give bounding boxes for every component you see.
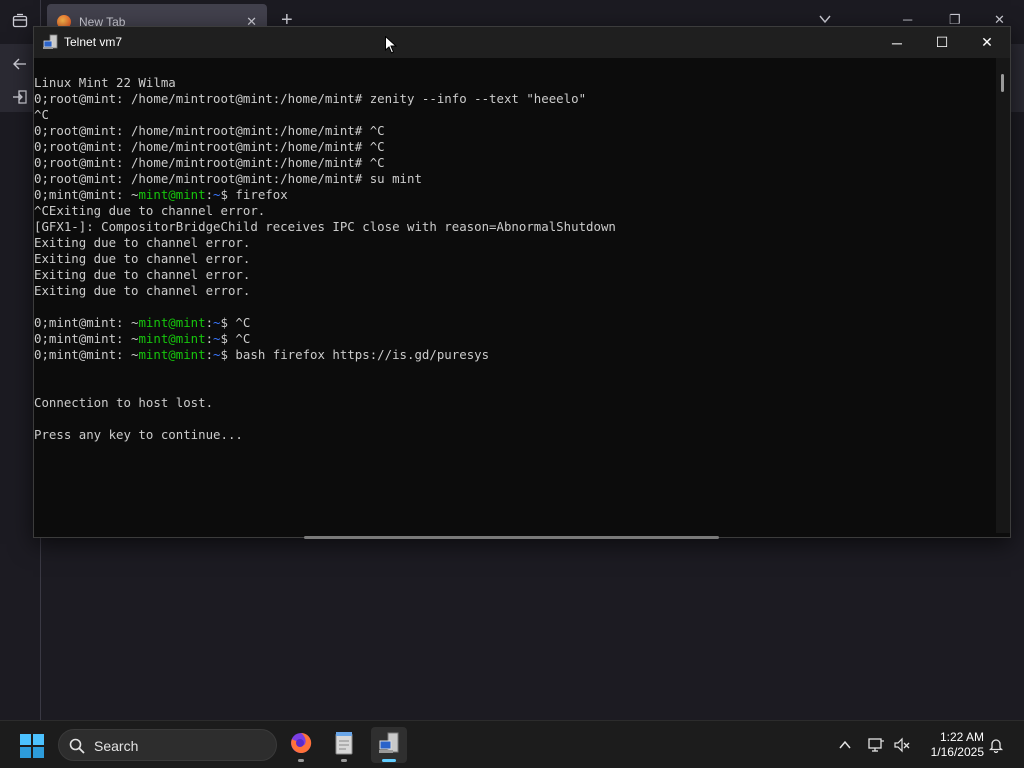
browser-minimize-button[interactable]: ─	[903, 12, 912, 27]
terminal-text-segment: $ ^C	[220, 331, 251, 346]
terminal-line: 0;mint@mint: ~mint@mint:~$ ^C	[34, 331, 996, 347]
terminal-text-segment: Connection to host lost.	[34, 395, 214, 410]
maximize-button[interactable]: ☐	[919, 27, 965, 58]
terminal-text-segment: Exiting due to channel error.	[34, 267, 251, 282]
terminal-text-segment: Exiting due to channel error.	[34, 235, 251, 250]
terminal-text-segment: :	[205, 331, 214, 346]
telnet-window[interactable]: Telnet vm7 ─ ☐ ✕ Linux Mint 22 Wilma 0;ro…	[33, 26, 1011, 539]
terminal-line: Linux Mint 22 Wilma	[34, 75, 996, 91]
vertical-scrollbar[interactable]	[996, 58, 1010, 533]
terminal-text-segment: mint@mint	[138, 187, 206, 202]
terminal-text-segment: 0;mint@mint: ~	[34, 347, 139, 362]
terminal-line: 0;mint@mint: ~mint@mint:~$ ^C	[34, 315, 996, 331]
terminal-text-segment: Exiting due to channel error.	[34, 251, 251, 266]
network-icon[interactable]	[867, 736, 885, 754]
terminal-line: 0;root@mint: /home/mintroot@mint:/home/m…	[34, 139, 996, 155]
terminal-line: 0;root@mint: /home/mintroot@mint:/home/m…	[34, 155, 996, 171]
show-hidden-icons-chevron-icon[interactable]	[836, 736, 854, 754]
terminal-text-segment: ~	[213, 347, 221, 362]
terminal-output[interactable]: Linux Mint 22 Wilma 0;root@mint: /home/mi…	[34, 75, 996, 533]
terminal-text-segment: 0;root@mint: /home/mintroot@mint:/home/m…	[34, 171, 422, 186]
taskbar-firefox[interactable]	[283, 727, 319, 763]
terminal-text-segment: ~	[213, 331, 221, 346]
terminal-line: [GFX1-]: CompositorBridgeChild receives …	[34, 219, 996, 235]
taskbar-running-indicator	[341, 759, 347, 762]
terminal-text-segment: :	[205, 347, 214, 362]
terminal-text-segment: 0;mint@mint: ~	[34, 187, 139, 202]
terminal-line: ^CExiting due to channel error.	[34, 203, 996, 219]
search-icon	[69, 738, 85, 754]
list-all-tabs-icon[interactable]	[818, 12, 832, 26]
terminal-text-segment: Press any key to continue...	[34, 427, 243, 442]
terminal-text-segment: 0;root@mint: /home/mintroot@mint:/home/m…	[34, 155, 385, 170]
terminal-text-segment: 0;root@mint: /home/mintroot@mint:/home/m…	[34, 91, 587, 106]
terminal-line: 0;root@mint: /home/mintroot@mint:/home/m…	[34, 123, 996, 139]
minimize-button[interactable]: ─	[874, 27, 920, 58]
terminal-line: 0;mint@mint: ~mint@mint:~$ bash firefox …	[34, 347, 996, 363]
terminal-text-segment: :	[205, 315, 214, 330]
firefox-icon	[289, 731, 313, 760]
horizontal-scrollbar-thumb[interactable]	[304, 536, 719, 539]
taskbar: Search 1:22 AM 1/16/2025	[0, 720, 1024, 768]
terminal-text-segment: mint@mint	[138, 331, 206, 346]
taskbar-search-box[interactable]: Search	[58, 729, 277, 761]
terminal-text-segment: ~	[213, 187, 221, 202]
search-label: Search	[94, 738, 139, 754]
clock-time: 1:22 AM	[939, 730, 984, 744]
back-arrow-icon[interactable]	[12, 56, 28, 76]
firefox-view-icon[interactable]	[12, 13, 28, 33]
windows-start-icon[interactable]	[20, 734, 44, 758]
terminal-text-segment: ^CExiting due to channel error.	[34, 203, 266, 218]
notification-bell-icon[interactable]	[987, 736, 1005, 754]
window-title: Telnet vm7	[64, 35, 123, 49]
sign-in-icon[interactable]	[12, 89, 28, 109]
terminal-line: 0;root@mint: /home/mintroot@mint:/home/m…	[34, 171, 996, 187]
terminal-text-segment: 0;root@mint: /home/mintroot@mint:/home/m…	[34, 123, 385, 138]
terminal-text-segment: ~	[213, 315, 221, 330]
vertical-scrollbar-thumb[interactable]	[1001, 74, 1004, 92]
terminal-text-segment: 0;mint@mint: ~	[34, 315, 139, 330]
taskbar-notepad[interactable]	[326, 727, 362, 763]
close-button[interactable]: ✕	[964, 27, 1010, 58]
terminal-text-segment: Exiting due to channel error.	[34, 283, 251, 298]
terminal-line: Connection to host lost.	[34, 395, 996, 411]
terminal-text-segment: ^C	[34, 107, 49, 122]
terminal-text-segment: mint@mint	[138, 347, 206, 362]
terminal-line: Exiting due to channel error.	[34, 267, 996, 283]
terminal-line: Press any key to continue...	[34, 427, 996, 443]
terminal-line: Exiting due to channel error.	[34, 251, 996, 267]
taskbar-active-indicator	[382, 759, 396, 762]
terminal-line: 0;root@mint: /home/mintroot@mint:/home/m…	[34, 91, 996, 107]
volume-muted-icon[interactable]	[893, 736, 911, 754]
terminal-text-segment: mint@mint	[138, 315, 206, 330]
terminal-text-segment: Linux Mint 22 Wilma	[34, 75, 176, 90]
telnet-icon	[377, 731, 401, 760]
taskbar-telnet[interactable]	[371, 727, 407, 763]
terminal-line: Exiting due to channel error.	[34, 235, 996, 251]
terminal-text-segment: 0;mint@mint: ~	[34, 331, 139, 346]
telnet-title-bar[interactable]: Telnet vm7 ─ ☐ ✕	[34, 27, 1010, 58]
terminal-text-segment: $ ^C	[220, 315, 251, 330]
terminal-line: 0;mint@mint: ~mint@mint:~$ firefox	[34, 187, 996, 203]
taskbar-running-indicator	[298, 759, 304, 762]
terminal-text-segment: $ bash firefox https://is.gd/puresys	[220, 347, 490, 362]
terminal-text-segment: [GFX1-]: CompositorBridgeChild receives …	[34, 219, 616, 234]
terminal-text-segment: 0;root@mint: /home/mintroot@mint:/home/m…	[34, 139, 385, 154]
notepad-icon	[333, 731, 355, 760]
terminal-line: Exiting due to channel error.	[34, 283, 996, 299]
terminal-text-segment: :	[205, 187, 214, 202]
clock-date: 1/16/2025	[930, 745, 984, 759]
terminal-line: ^C	[34, 107, 996, 123]
terminal-text-segment: $ firefox	[220, 187, 288, 202]
taskbar-clock[interactable]: 1:22 AM 1/16/2025	[920, 730, 984, 760]
mouse-pointer-icon	[385, 35, 398, 54]
telnet-app-icon	[43, 34, 59, 50]
